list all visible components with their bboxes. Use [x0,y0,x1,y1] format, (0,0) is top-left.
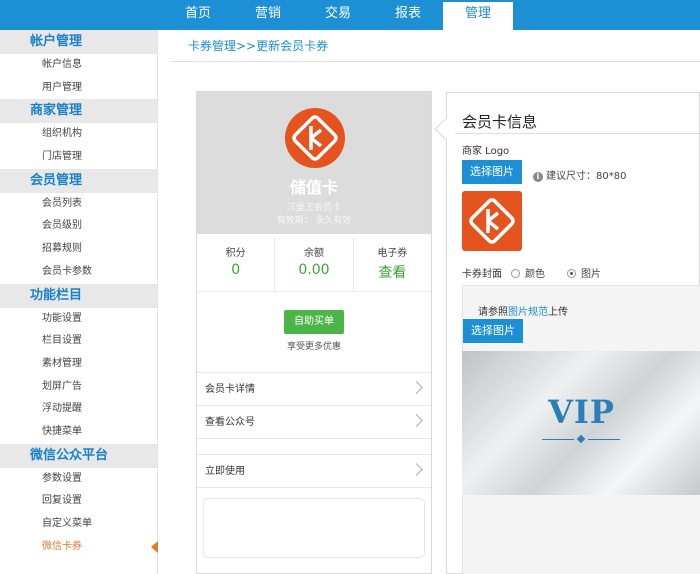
card-stats: 积分 0 余额 0.00 电子券 查看 [197,238,431,292]
size-hint: i 建议尺寸：80*80 [533,167,626,182]
vip-decor-line [542,439,574,440]
sidebar-group-features[interactable]: 功能栏目 [0,283,157,308]
menu-label: 立即使用 [205,466,245,477]
radio-icon [511,269,520,278]
select-cover-button[interactable]: 选择图片 [463,319,523,343]
cover-upload-note: 请参照图片规范上传 [478,303,568,318]
card-preview: 储值卡 汉堡王会员卡 有效期： 永久有效 积分 0 余额 0.00 电子券 查看… [196,91,432,574]
sidebar-item-member-level[interactable]: 会员级别 [0,215,157,238]
sidebar-item-card-params[interactable]: 会员卡参数 [0,261,157,284]
stat-value: 0.00 [298,262,330,278]
sidebar-item-params[interactable]: 参数设置 [0,468,157,491]
cover-option-image[interactable]: 图片 [567,265,601,280]
stat-value: 0 [231,262,241,278]
sidebar-group-members[interactable]: 会员管理 [0,168,157,193]
sidebar-group-account[interactable]: 帐户管理 [0,30,157,54]
card-info-panel: 会员卡信息 商家 Logo 选择图片 i 建议尺寸：80*80 卡券封面 颜色 图… [434,92,700,574]
nav-manage[interactable]: 管理 [443,0,513,30]
sidebar-item-custom-menu[interactable]: 自定义菜单 [0,513,157,536]
sidebar: 帐户管理 帐户信息 用户管理 商家管理 组织机构 门店管理 会员管理 会员列表 … [0,30,158,574]
sidebar-item-label: 微信卡券 [42,540,82,552]
note-text: 上传 [548,307,568,318]
sidebar-group-merchant[interactable]: 商家管理 [0,99,157,124]
radio-label: 图片 [581,269,601,280]
image-spec-link[interactable]: 图片规范 [508,307,548,318]
active-caret-icon [151,540,158,553]
card-subtitle: 汉堡王会员卡 [286,203,341,213]
sidebar-item-wechat-cards[interactable]: 微信卡券 [0,536,158,559]
chevron-right-icon [410,414,423,427]
stat-label: 积分 [225,248,246,259]
menu-divider [197,439,431,455]
nav-trade[interactable]: 交易 [303,0,373,30]
self-checkout-button[interactable]: 自助买单 [284,310,344,334]
card-header: 储值卡 汉堡王会员卡 有效期： 永久有效 [197,92,431,234]
stat-coupons[interactable]: 电子券 查看 [354,238,431,291]
menu-use-now[interactable]: 立即使用 [197,455,431,488]
sidebar-item-column-settings[interactable]: 栏目设置 [0,330,157,353]
sidebar-item-recruit-rules[interactable]: 招募规则 [0,238,157,261]
menu-label: 查看公众号 [205,417,255,428]
breadcrumb[interactable]: 卡券管理>>更新会员卡券 [170,30,700,62]
info-icon: i [533,172,543,182]
view-coupons-link[interactable]: 查看 [354,262,431,282]
sidebar-item-feature-settings[interactable]: 功能设置 [0,308,157,331]
logo-preview-image [462,191,522,251]
divider [455,133,700,134]
vip-cover-image: VIP [462,351,700,495]
top-navbar: 首页 营销 交易 报表 管理 [0,0,700,30]
sidebar-item-float-reminder[interactable]: 浮动提醒 [0,398,157,421]
nav-home[interactable]: 首页 [163,0,233,30]
sidebar-item-stores[interactable]: 门店管理 [0,146,157,169]
card-validity: 有效期： 永久有效 [276,216,352,226]
sidebar-item-member-list[interactable]: 会员列表 [0,193,157,216]
stat-points: 积分 0 [197,238,276,291]
cover-label: 卡券封面 [462,269,502,280]
top-nav: 首页 营销 交易 报表 管理 [163,0,513,30]
menu-card-details[interactable]: 会员卡详情 [197,373,431,406]
sidebar-item-shortcut-menu[interactable]: 快捷菜单 [0,421,157,444]
logo-label: 商家 Logo [462,146,510,157]
preview-bottom-box [203,498,425,558]
vip-diamond-icon [576,434,586,444]
sidebar-item-swipe-ads[interactable]: 划屏广告 [0,376,157,399]
card-name: 储值卡 [289,178,338,197]
menu-label: 会员卡详情 [205,384,255,395]
stat-label: 电子券 [377,248,408,259]
menu-view-official-account[interactable]: 查看公众号 [197,406,431,439]
card-menu: 会员卡详情 查看公众号 立即使用 [197,372,431,488]
stat-label: 余额 [303,248,324,259]
nav-reports[interactable]: 报表 [373,0,443,30]
select-logo-button[interactable]: 选择图片 [462,160,522,184]
sidebar-group-wechat[interactable]: 微信公众平台 [0,443,157,468]
stat-balance: 余额 0.00 [275,238,354,291]
vip-decor-line [588,439,620,440]
radio-label: 颜色 [525,269,545,280]
cover-option-color[interactable]: 颜色 [511,265,545,280]
panel-pointer [434,117,458,141]
nav-marketing[interactable]: 营销 [233,0,303,30]
sidebar-item-organization[interactable]: 组织机构 [0,123,157,146]
chevron-right-icon [410,463,423,476]
note-text: 请参照 [478,307,508,318]
panel-title: 会员卡信息 [462,113,538,131]
radio-checked-icon [567,269,576,278]
sidebar-item-account-info[interactable]: 帐户信息 [0,54,157,77]
sidebar-item-user-management[interactable]: 用户管理 [0,77,157,100]
sidebar-item-materials[interactable]: 素材管理 [0,353,157,376]
card-ka-icon [285,108,345,168]
checkout-note: 享受更多优惠 [286,342,341,352]
size-hint-text: 建议尺寸：80*80 [546,171,627,182]
vip-text: VIP [548,393,615,431]
sidebar-item-reply-settings[interactable]: 回复设置 [0,490,157,513]
chevron-right-icon [410,381,423,394]
